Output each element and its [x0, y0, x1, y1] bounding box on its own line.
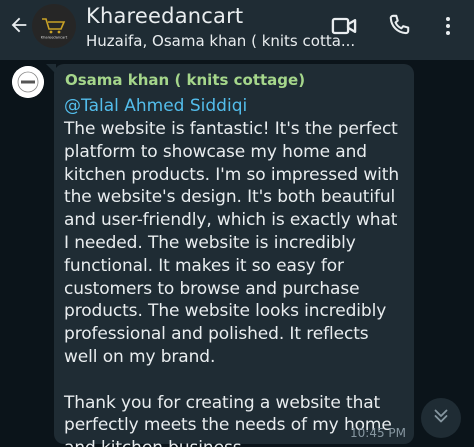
menu-button[interactable] — [436, 14, 460, 43]
back-arrow-icon — [8, 14, 30, 41]
chat-title[interactable]: Khareedancart — [86, 4, 243, 28]
group-avatar[interactable]: Khareedancart — [32, 4, 76, 48]
knits-cottage-logo-icon — [12, 66, 44, 98]
sender-avatar[interactable] — [12, 66, 44, 98]
chat-participants[interactable]: Huzaifa, Osama khan ( knits cotta... — [86, 32, 355, 50]
video-call-button[interactable] — [330, 12, 358, 45]
chat-header: Khareedancart Khareedancart Huzaifa, Osa… — [0, 0, 474, 60]
message-text: The website is fantastic! It's the perfe… — [64, 119, 400, 447]
double-chevron-down-icon — [430, 405, 452, 432]
video-call-icon — [330, 12, 358, 45]
message-time: 10:45 PM — [350, 426, 406, 440]
logo-text: Khareedancart — [41, 36, 68, 40]
more-vertical-icon — [436, 14, 460, 43]
voice-call-button[interactable] — [386, 12, 412, 43]
scroll-to-bottom-button[interactable] — [421, 398, 461, 438]
back-button[interactable] — [4, 12, 34, 42]
sender-name[interactable]: Osama khan ( knits cottage) — [65, 70, 404, 90]
message-bubble[interactable]: Osama khan ( knits cottage) @Talal Ahmed… — [54, 64, 414, 447]
cart-logo-icon: Khareedancart — [32, 4, 76, 48]
voice-call-icon — [386, 12, 412, 43]
mention-link[interactable]: @Talal Ahmed Siddiqi — [64, 94, 404, 118]
